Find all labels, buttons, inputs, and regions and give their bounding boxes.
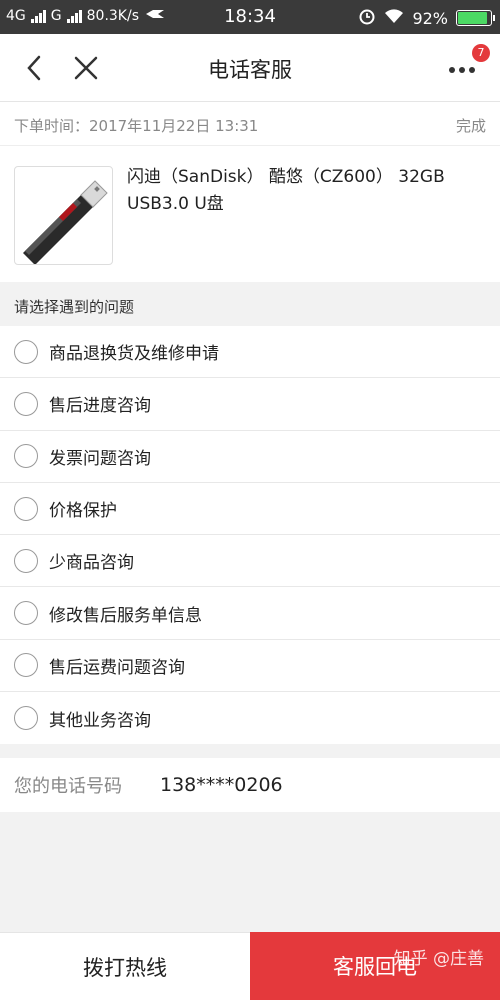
phone-row: 您的电话号码 138****0206 <box>0 758 500 812</box>
question-option[interactable]: 发票问题咨询 <box>0 431 500 483</box>
nav-bar: 电话客服 7 <box>0 34 500 102</box>
question-list: 商品退换货及维修申请 售后进度咨询 发票问题咨询 价格保护 少商品咨询 修改售后… <box>0 326 500 745</box>
status-bar: 4G G 80.3K/s 18:34 92% <box>0 0 500 34</box>
radio-button[interactable] <box>14 339 38 364</box>
radio-button[interactable] <box>14 601 38 626</box>
question-label: 商品退换货及维修申请 <box>49 344 219 365</box>
alarm-icon <box>358 7 376 29</box>
order-status: 完成 <box>455 117 486 135</box>
order-time: 下单时间：2017年11月22日 13:31 <box>14 117 259 135</box>
phone-number[interactable]: 138****0206 <box>160 774 283 796</box>
phone-label: 您的电话号码 <box>14 776 122 797</box>
question-label: 售后运费问题咨询 <box>49 657 185 678</box>
radio-button[interactable] <box>14 653 38 678</box>
product-name[interactable]: 闪迪（SanDisk） 酷悠（CZ600） 32GB USB3.0 U盘 <box>127 164 487 218</box>
wifi-icon <box>384 8 404 28</box>
question-option[interactable]: 修改售后服务单信息 <box>0 587 500 640</box>
order-card: 下单时间：2017年11月22日 13:31 完成 闪迪（SanDisk） 酷悠… <box>0 102 500 282</box>
order-header: 下单时间：2017年11月22日 13:31 完成 <box>0 102 500 146</box>
question-option[interactable]: 其他业务咨询 <box>0 692 500 744</box>
question-label: 少商品咨询 <box>49 553 134 574</box>
question-label: 修改售后服务单信息 <box>49 605 202 626</box>
radio-button[interactable] <box>14 391 38 416</box>
question-option[interactable]: 价格保护 <box>0 483 500 536</box>
question-option[interactable]: 售后进度咨询 <box>0 378 500 431</box>
usb-drive-icon <box>23 180 108 264</box>
radio-button[interactable] <box>14 444 38 469</box>
radio-button[interactable] <box>14 548 38 573</box>
battery-percent: 92% <box>412 8 448 28</box>
product-image[interactable] <box>14 166 113 265</box>
radio-button[interactable] <box>14 706 38 731</box>
question-label: 价格保护 <box>49 501 117 522</box>
question-option[interactable]: 商品退换货及维修申请 <box>0 326 500 379</box>
question-option[interactable]: 售后运费问题咨询 <box>0 640 500 693</box>
questions-heading: 请选择遇到的问题 <box>0 282 500 326</box>
status-bar-right: 92% <box>358 7 495 29</box>
radio-button[interactable] <box>14 496 38 521</box>
question-label: 发票问题咨询 <box>49 448 151 469</box>
battery-icon <box>456 10 495 26</box>
watermark: 知乎 @庄善 <box>393 949 484 969</box>
notification-badge: 7 <box>472 44 490 62</box>
call-hotline-button[interactable]: 拨打热线 <box>0 932 250 1000</box>
question-label: 售后进度咨询 <box>49 396 151 417</box>
page-title: 电话客服 <box>208 58 292 82</box>
question-label: 其他业务咨询 <box>49 710 151 731</box>
question-option[interactable]: 少商品咨询 <box>0 535 500 588</box>
